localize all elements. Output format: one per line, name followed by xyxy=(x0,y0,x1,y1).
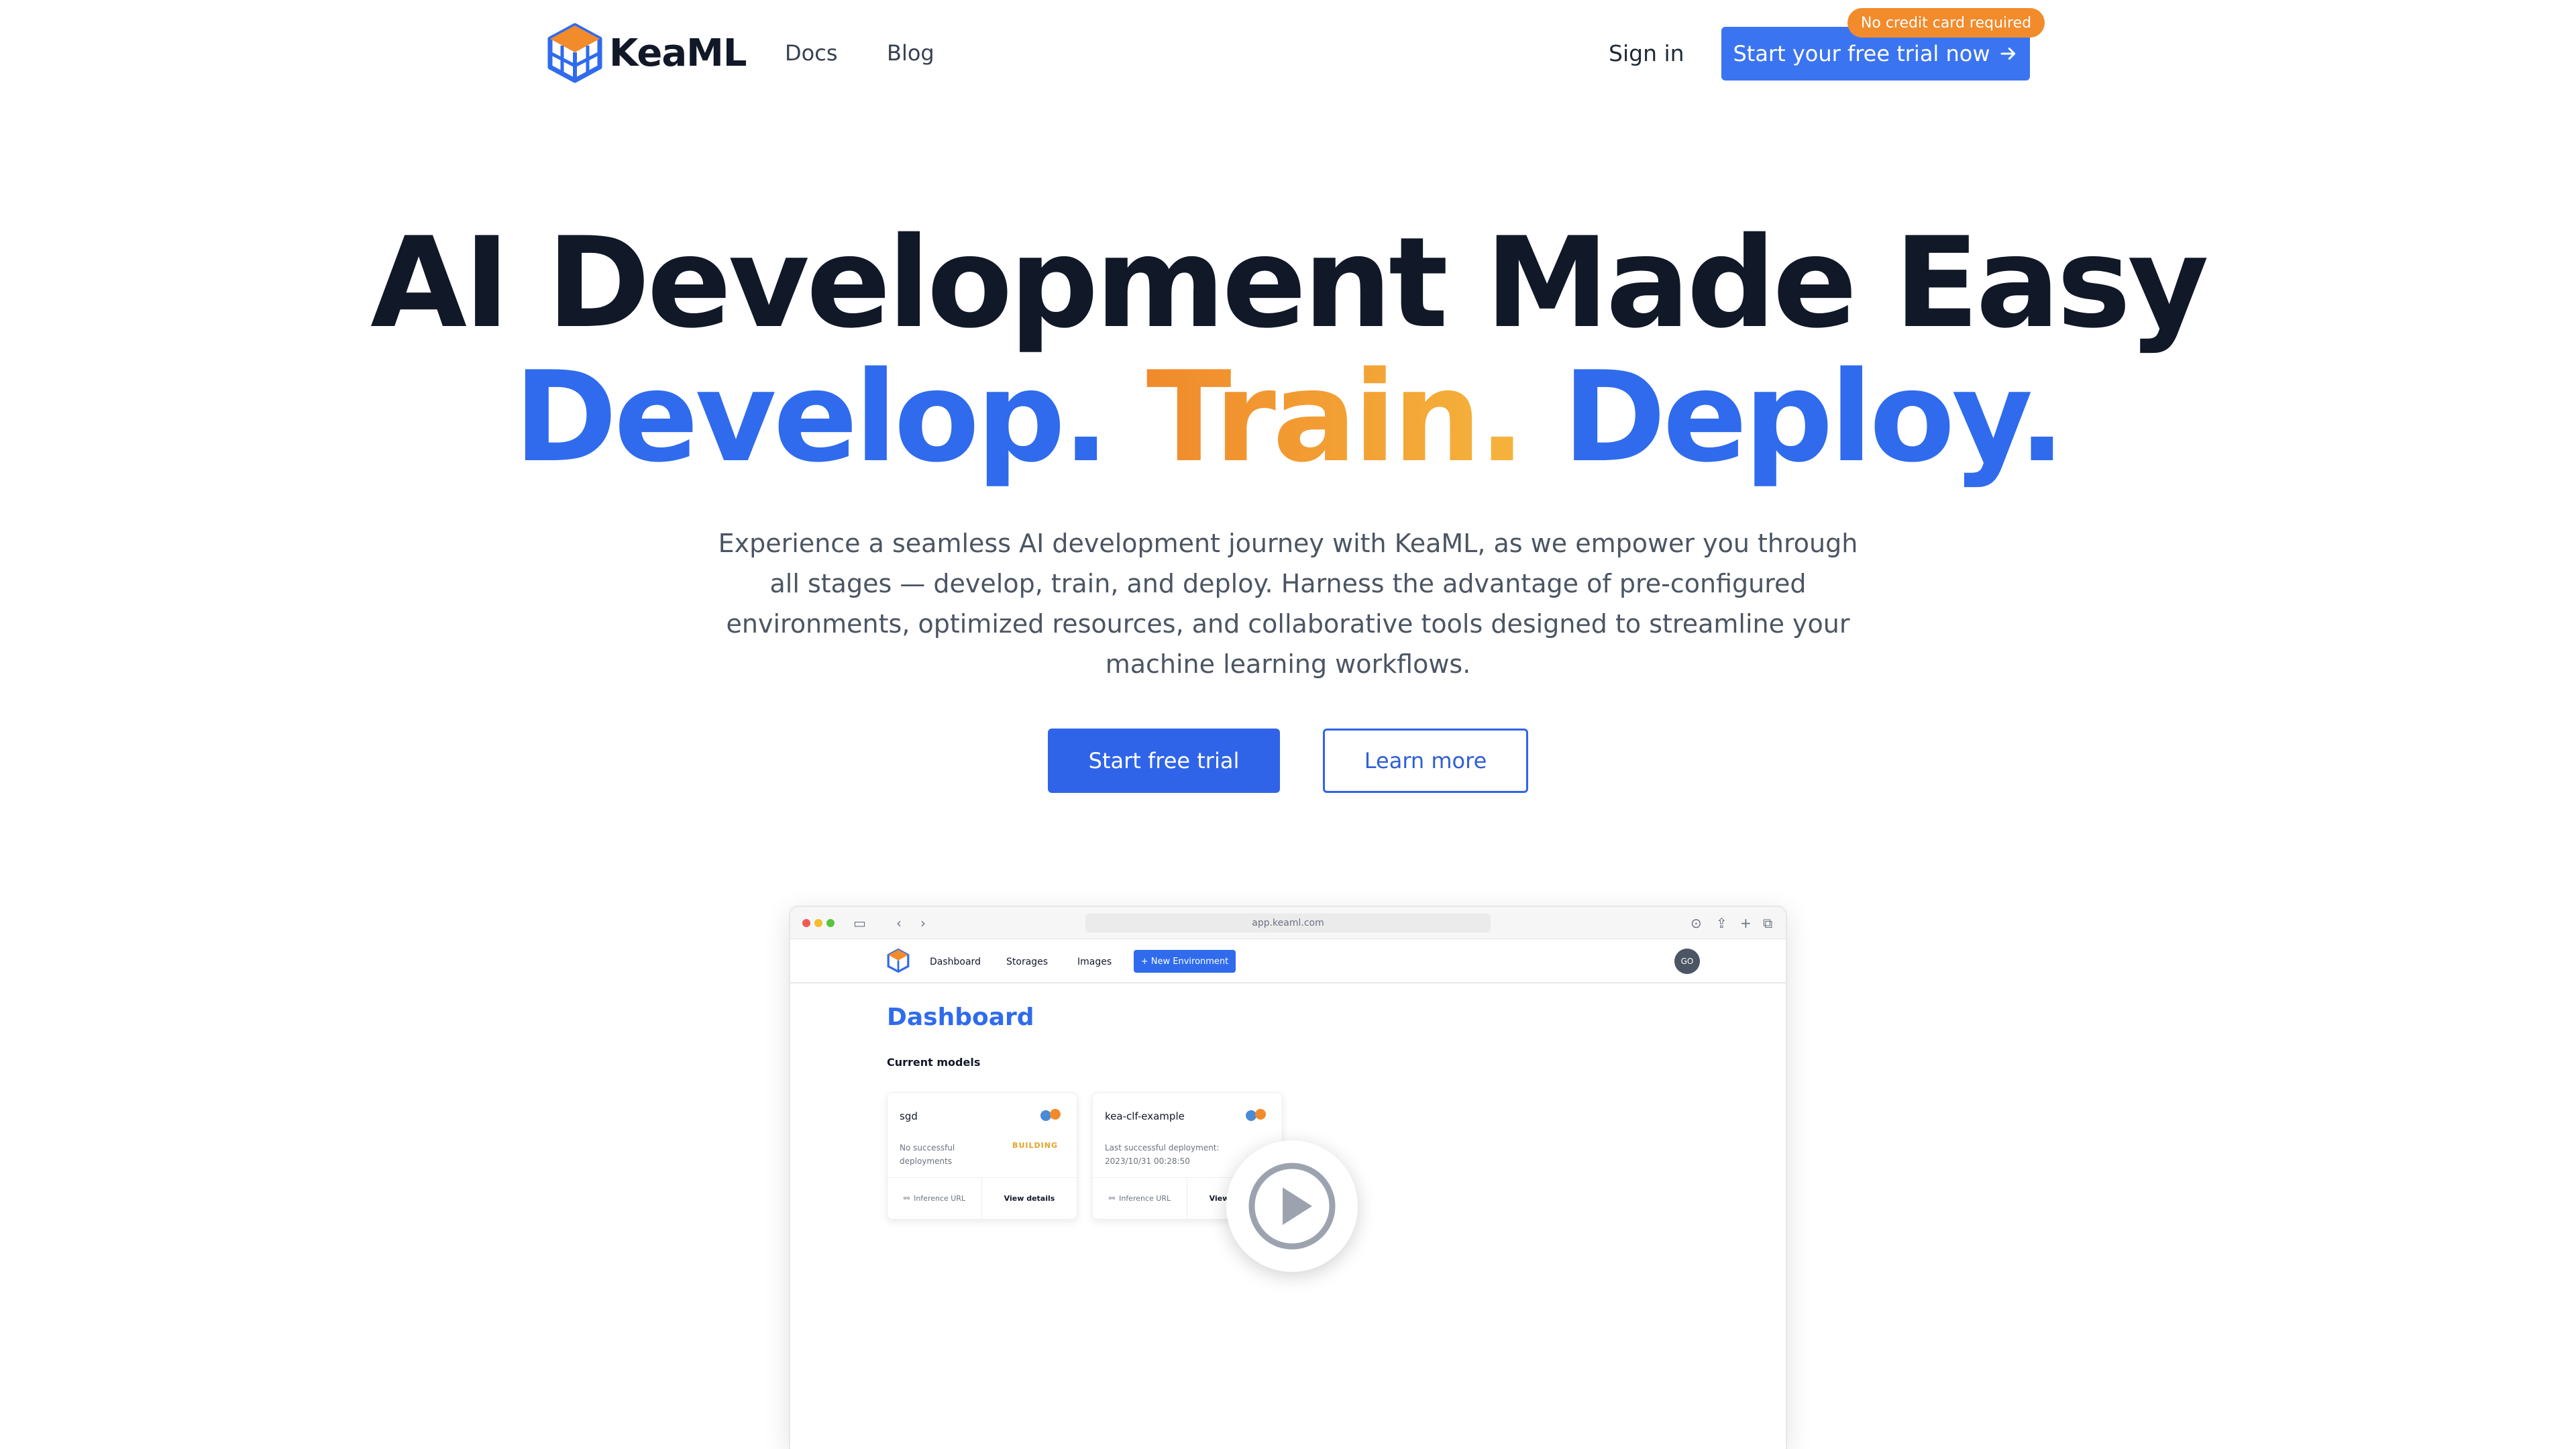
model-name: kea-clf-example xyxy=(1105,1110,1185,1122)
top-nav: KeaML Docs Blog Sign in Start your free … xyxy=(0,0,2576,107)
sign-in-link[interactable]: Sign in xyxy=(1609,40,1684,66)
hero-description: Experience a seamless AI development jou… xyxy=(718,529,1858,679)
preview-logo-icon xyxy=(887,949,910,973)
model-card: sgd No successful deployments BUILDING ⚯… xyxy=(887,1092,1077,1220)
forward-icon: › xyxy=(920,915,926,931)
play-video-button[interactable] xyxy=(1226,1140,1358,1272)
preview-dashboard-title: Dashboard xyxy=(887,1004,1034,1031)
start-free-trial-button[interactable]: Start free trial xyxy=(1048,729,1280,793)
maximize-dot-icon xyxy=(826,919,835,927)
brand-name: KeaML xyxy=(609,31,747,75)
inference-url-label: Inference URL xyxy=(1119,1194,1171,1203)
tagline-deploy: Deploy. xyxy=(1562,344,2065,490)
view-details-action: View details xyxy=(1004,1194,1055,1203)
preview-app-nav: Dashboard Storages Images + New Environm… xyxy=(790,939,1786,983)
learn-more-button[interactable]: Learn more xyxy=(1323,729,1528,793)
no-credit-card-badge: No credit card required xyxy=(1847,8,2045,38)
preview-nav-dashboard: Dashboard xyxy=(930,957,981,967)
nav-link-docs[interactable]: Docs xyxy=(785,40,837,66)
building-badge: BUILDING xyxy=(1012,1141,1058,1150)
hero-tagline: Develop. Train. Deploy. xyxy=(0,348,2576,486)
tagline-train: Train. xyxy=(1146,344,1526,490)
browser-toolbar: ▭ ‹ › app.keaml.com ⊙ ⇪ + ⧉ xyxy=(790,907,1786,939)
link-icon: ⚯ xyxy=(1108,1194,1116,1203)
inference-url-action: ⚯ Inference URL xyxy=(888,1178,982,1219)
inference-url-label: Inference URL xyxy=(914,1194,966,1203)
nav-link-blog[interactable]: Blog xyxy=(887,40,934,66)
model-name: sgd xyxy=(900,1110,918,1122)
share-icon: ⇪ xyxy=(1716,915,1727,931)
preview-avatar: GO xyxy=(1674,949,1700,974)
preview-new-environment-button: + New Environment xyxy=(1134,950,1236,973)
arrow-right-icon xyxy=(2000,48,2015,60)
play-icon xyxy=(1248,1163,1336,1250)
new-tab-icon: + xyxy=(1740,915,1752,931)
preview-current-models-label: Current models xyxy=(887,1056,981,1069)
kea-cube-logo-icon xyxy=(547,23,602,83)
hero-title: AI Development Made Easy xyxy=(370,210,2209,356)
inference-url-action: ⚯ Inference URL xyxy=(1093,1178,1187,1219)
sidebar-toggle-icon: ▭ xyxy=(853,915,866,931)
framework-icons xyxy=(1246,1109,1266,1121)
card-footer: ⚯ Inference URL View details xyxy=(888,1177,1077,1219)
url-bar: app.keaml.com xyxy=(1085,914,1491,932)
deployment-status: No successful deployments xyxy=(900,1143,955,1166)
back-icon: ‹ xyxy=(896,915,902,931)
close-dot-icon xyxy=(802,919,810,927)
download-icon: ⊙ xyxy=(1690,915,1702,931)
preview-nav-images: Images xyxy=(1077,957,1112,967)
preview-nav-storages: Storages xyxy=(1006,957,1049,967)
tagline-develop: Develop. xyxy=(513,344,1110,490)
framework-icons xyxy=(1040,1109,1061,1121)
trial-button-label: Start your free trial now xyxy=(1733,41,1990,66)
brand-logo[interactable]: KeaML xyxy=(547,23,747,83)
minimize-dot-icon xyxy=(814,919,822,927)
tabs-icon: ⧉ xyxy=(1763,915,1773,931)
link-icon: ⚯ xyxy=(903,1194,910,1203)
